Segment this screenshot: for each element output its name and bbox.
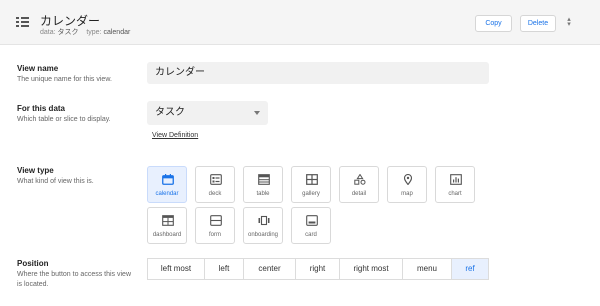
view-type-card-label: card [305, 232, 317, 238]
calendar-icon [162, 174, 174, 185]
position-option-center[interactable]: center [243, 258, 295, 280]
view-type-description: What kind of view this is. [17, 178, 94, 185]
view-name-label: View name [17, 64, 59, 73]
view-type-gallery[interactable]: gallery [291, 166, 331, 203]
view-type-calendar-label: calendar [155, 191, 179, 197]
view-subtitle: data: タスク type: calendar [40, 27, 130, 37]
data-select[interactable]: タスク [147, 101, 268, 125]
delete-button[interactable]: Delete [520, 15, 556, 32]
view-definition-link[interactable]: View Definition [152, 132, 198, 139]
map-pin-icon [403, 174, 413, 185]
view-type-detail-label: detail [351, 191, 367, 197]
position-option-ref[interactable]: ref [451, 258, 489, 280]
view-type-form[interactable]: form [195, 207, 235, 244]
view-type-chart[interactable]: chart [435, 166, 475, 203]
deck-icon [210, 174, 222, 185]
type-value: calendar [103, 29, 131, 36]
data-label: data: [40, 29, 56, 36]
view-type-map[interactable]: map [387, 166, 427, 203]
view-header[interactable]: カレンダー data: タスク type: calendar Copy Dele… [0, 0, 600, 45]
detail-icon [354, 174, 366, 185]
position-option-right-most[interactable]: right most [339, 258, 402, 280]
onboarding-icon [258, 215, 270, 226]
view-type-label: View type [17, 166, 54, 175]
view-name-input[interactable]: カレンダー [147, 62, 489, 84]
view-type-dashboard-label: dashboard [152, 232, 182, 238]
type-label: type: [86, 29, 102, 36]
position-option-left[interactable]: left [204, 258, 243, 280]
position-label: Position [17, 259, 49, 268]
gallery-icon [306, 174, 318, 185]
position-description: Where the button to access this view is … [17, 271, 131, 288]
view-type-dashboard[interactable]: dashboard [147, 207, 187, 244]
list-icon [16, 17, 29, 27]
view-type-form-label: form [209, 232, 221, 238]
data-select-value: タスク [155, 107, 185, 118]
chart-icon [450, 174, 462, 185]
view-type-map-label: map [401, 191, 413, 197]
reorder-icon[interactable]: ▴ ▾ [566, 16, 572, 29]
view-type-calendar[interactable]: calendar [147, 166, 187, 203]
for-data-label: For this data [17, 104, 66, 113]
view-name-description: The unique name for this view. [17, 76, 112, 83]
view-type-deck-label: deck [208, 191, 222, 197]
table-icon [258, 174, 270, 185]
view-type-table[interactable]: table [243, 166, 283, 203]
view-type-table-label: table [256, 191, 270, 197]
view-editor-panel: カレンダー data: タスク type: calendar Copy Dele… [0, 0, 600, 306]
view-type-detail[interactable]: detail [339, 166, 379, 203]
dashboard-icon [162, 215, 174, 226]
card-icon [306, 215, 318, 226]
for-data-description: Which table or slice to display. [17, 116, 111, 123]
copy-button[interactable]: Copy [475, 15, 512, 32]
view-type-gallery-label: gallery [302, 191, 320, 197]
position-option-menu[interactable]: menu [402, 258, 451, 280]
view-type-deck[interactable]: deck [195, 166, 235, 203]
view-type-onboarding[interactable]: onboarding [243, 207, 283, 244]
position-option-left-most[interactable]: left most [147, 258, 204, 280]
position-option-right[interactable]: right [295, 258, 339, 280]
form-icon [210, 215, 222, 226]
view-type-card[interactable]: card [291, 207, 331, 244]
view-type-chart-label: chart [448, 191, 462, 197]
chevron-down-icon [254, 111, 260, 115]
view-type-onboarding-label: onboarding [247, 232, 279, 238]
data-value: タスク [57, 29, 79, 36]
